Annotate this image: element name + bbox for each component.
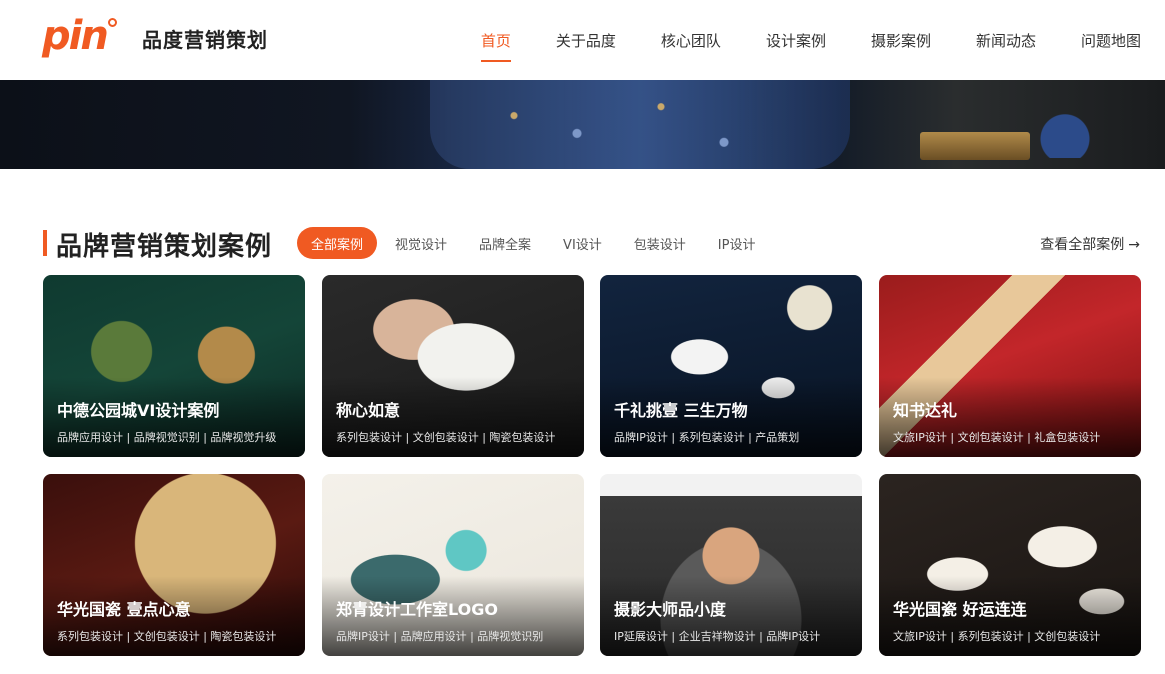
site-header: pin 品度营销策划 首页 关于品度 核心团队 设计案例 摄影案例 新闻动态 问… [0, 0, 1165, 80]
case-card-tags: 品牌IP设计 | 品牌应用设计 | 品牌视觉识别 [336, 630, 544, 643]
filter-tab-visual-design[interactable]: 视觉设计 [381, 227, 461, 259]
case-card-title: 摄影大师品小度 [614, 600, 727, 619]
view-all-label: 查看全部案例 [1040, 237, 1125, 253]
hero-banner-image [0, 80, 1165, 169]
filter-tab-brand-full[interactable]: 品牌全案 [465, 227, 545, 259]
case-card-title: 中德公园城VI设计案例 [57, 401, 220, 420]
case-card-tags: 系列包装设计 | 文创包装设计 | 陶瓷包装设计 [57, 630, 277, 643]
case-card-tags: 品牌IP设计 | 系列包装设计 | 产品策划 [614, 431, 800, 444]
arrow-right-icon: → [1128, 237, 1140, 253]
nav-item-faq-map[interactable]: 问题地图 [1081, 0, 1141, 80]
case-card-title: 华光国瓷 好运连连 [893, 600, 1027, 619]
case-card-title: 知书达礼 [893, 401, 958, 420]
case-card[interactable]: 摄影大师品小度 IP延展设计 | 企业吉祥物设计 | 品牌IP设计 [600, 474, 862, 656]
case-filter-tabs: 全部案例 视觉设计 品牌全案 VI设计 包装设计 IP设计 [297, 227, 773, 259]
case-card-tags: 系列包装设计 | 文创包装设计 | 陶瓷包装设计 [336, 431, 556, 444]
nav-item-news[interactable]: 新闻动态 [976, 0, 1036, 80]
main-nav: 首页 关于品度 核心团队 设计案例 摄影案例 新闻动态 问题地图 [436, 0, 1141, 80]
nav-item-design-cases[interactable]: 设计案例 [766, 0, 826, 80]
nav-item-team[interactable]: 核心团队 [661, 0, 721, 80]
filter-tab-packaging[interactable]: 包装设计 [620, 227, 700, 259]
case-card[interactable]: 华光国瓷 好运连连 文旅IP设计 | 系列包装设计 | 文创包装设计 [879, 474, 1141, 656]
section-title: 品牌营销策划案例 [56, 232, 273, 262]
case-card[interactable]: 郑青设计工作室LOGO 品牌IP设计 | 品牌应用设计 | 品牌视觉识别 [322, 474, 584, 656]
nav-item-home[interactable]: 首页 [480, 0, 511, 80]
section-title-accent [43, 230, 47, 256]
case-card-title: 称心如意 [336, 401, 401, 420]
view-all-cases-link[interactable]: 查看全部案例 → [1040, 234, 1140, 254]
case-card-title: 华光国瓷 壹点心意 [57, 600, 191, 619]
logo-mark: pin [42, 13, 109, 59]
logo-dot-icon [107, 17, 117, 27]
banner-robe-image [430, 80, 850, 169]
banner-pincushion-image [1035, 110, 1095, 158]
banner-box-image [920, 132, 1030, 160]
case-card-tags: 品牌应用设计 | 品牌视觉识别 | 品牌视觉升级 [57, 431, 277, 444]
nav-item-about[interactable]: 关于品度 [556, 0, 616, 80]
case-card-tags: 文旅IP设计 | 系列包装设计 | 文创包装设计 [893, 630, 1101, 643]
case-card-title: 郑青设计工作室LOGO [336, 600, 498, 619]
case-card[interactable]: 千礼挑壹 三生万物 品牌IP设计 | 系列包装设计 | 产品策划 [600, 275, 862, 457]
logo[interactable]: pin [42, 16, 117, 56]
brand-name: 品度营销策划 [142, 28, 268, 52]
case-card-tags: IP延展设计 | 企业吉祥物设计 | 品牌IP设计 [614, 630, 821, 643]
case-card-title: 千礼挑壹 三生万物 [614, 401, 748, 420]
case-card-tags: 文旅IP设计 | 文创包装设计 | 礼盒包装设计 [893, 431, 1101, 444]
case-card[interactable]: 中德公园城VI设计案例 品牌应用设计 | 品牌视觉识别 | 品牌视觉升级 [43, 275, 305, 457]
filter-tab-all[interactable]: 全部案例 [297, 227, 378, 259]
case-card[interactable]: 称心如意 系列包装设计 | 文创包装设计 | 陶瓷包装设计 [322, 275, 584, 457]
filter-tab-vi-design[interactable]: VI设计 [549, 227, 616, 259]
nav-item-photo-cases[interactable]: 摄影案例 [871, 0, 931, 80]
case-card[interactable]: 知书达礼 文旅IP设计 | 文创包装设计 | 礼盒包装设计 [879, 275, 1141, 457]
case-card[interactable]: 华光国瓷 壹点心意 系列包装设计 | 文创包装设计 | 陶瓷包装设计 [43, 474, 305, 656]
filter-tab-ip-design[interactable]: IP设计 [704, 227, 770, 259]
